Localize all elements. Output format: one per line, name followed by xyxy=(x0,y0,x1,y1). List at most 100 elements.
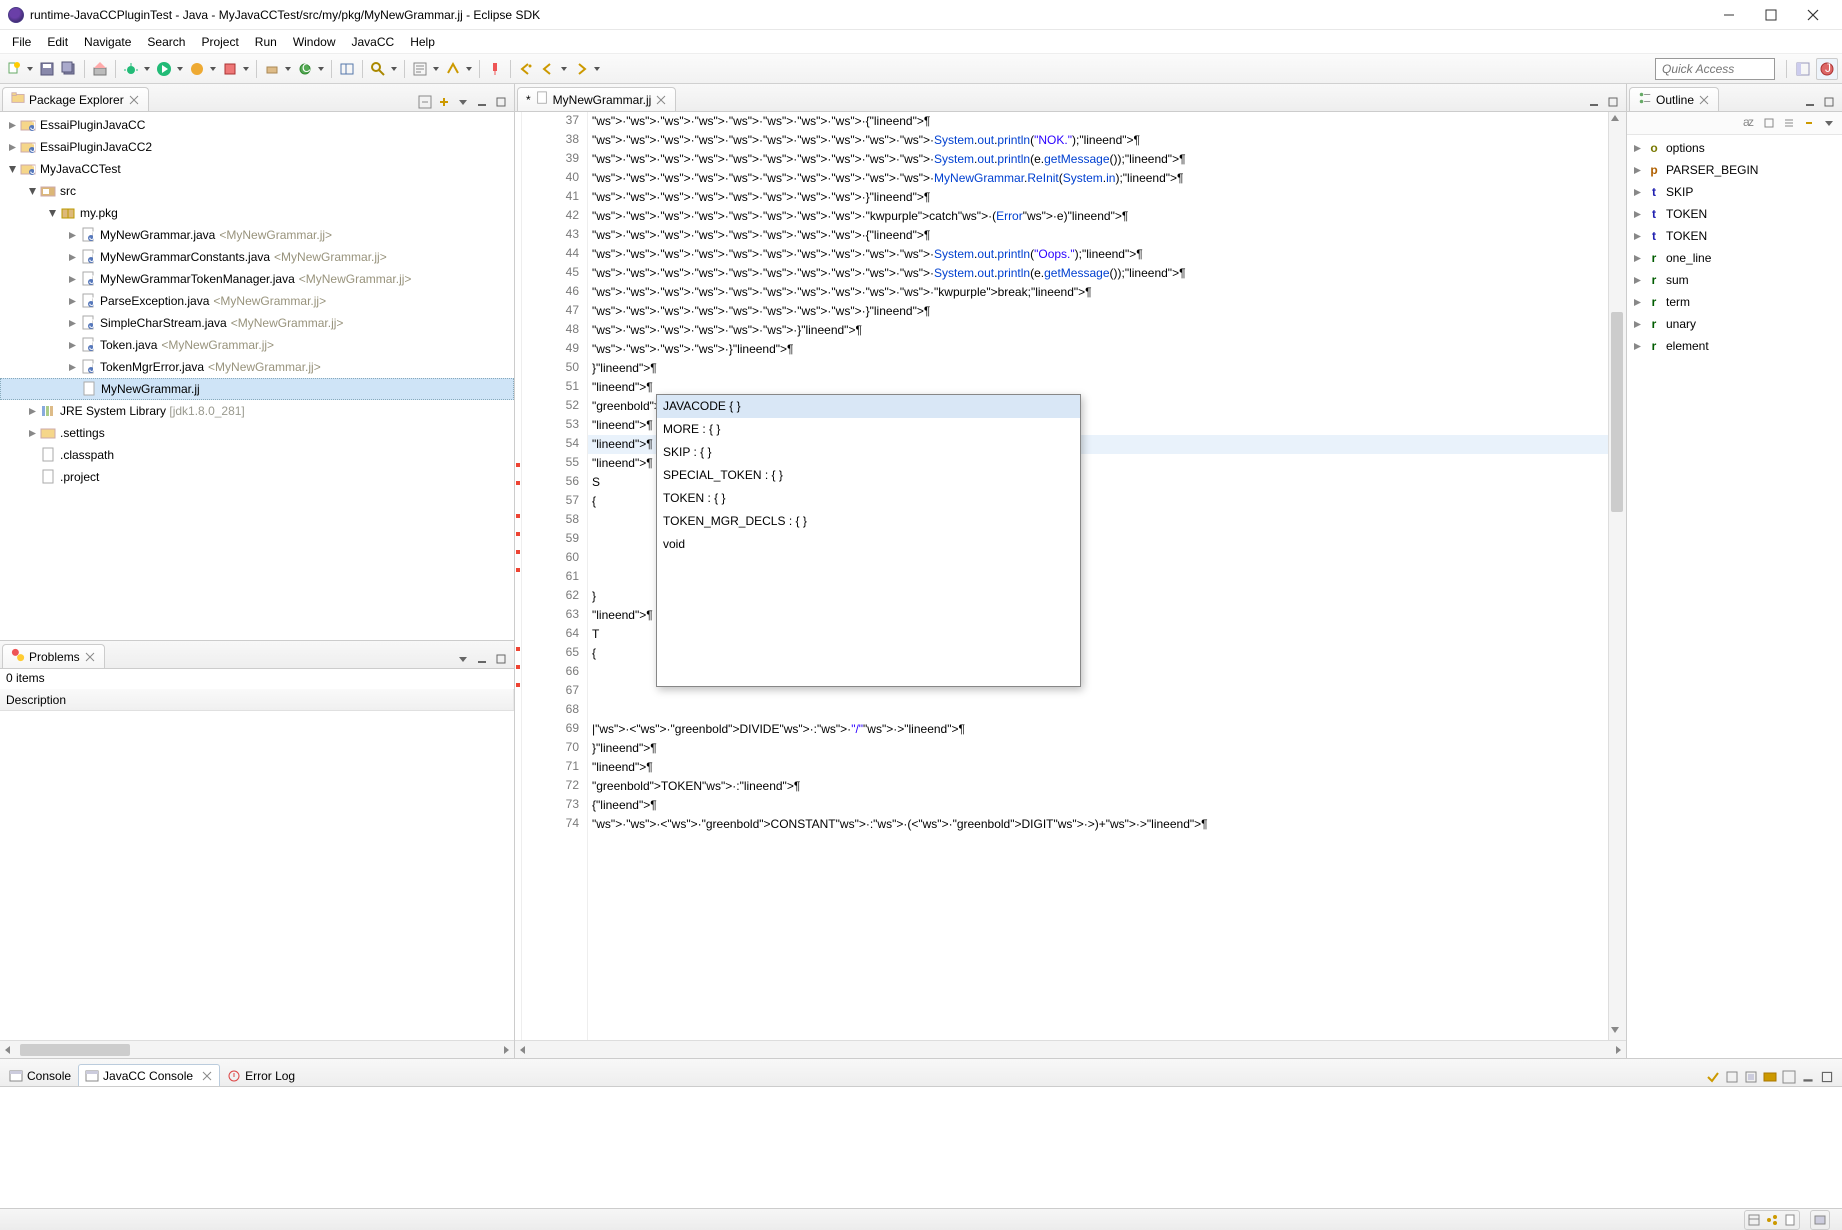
view-menu-button[interactable] xyxy=(1820,114,1838,132)
assist-item[interactable]: TOKEN : { } xyxy=(657,487,1080,510)
project-node[interactable]: JEssaiPluginJavaCC xyxy=(0,114,514,136)
minimize-view-button[interactable] xyxy=(1799,1068,1817,1086)
problems-header-row[interactable]: Description xyxy=(0,689,514,711)
assist-item[interactable]: TOKEN_MGR_DECLS : { } xyxy=(657,510,1080,533)
nav-back-button[interactable] xyxy=(538,59,558,79)
scrollbar-thumb[interactable] xyxy=(1611,312,1623,512)
java-file-node[interactable]: JMyNewGrammarTokenManager.java<MyNewGram… xyxy=(0,268,514,290)
package-explorer-tab[interactable]: Package Explorer xyxy=(2,87,149,111)
minimize-view-button[interactable] xyxy=(473,93,491,111)
settings-folder-node[interactable]: .settings xyxy=(0,422,514,444)
clear-console-button[interactable] xyxy=(1704,1068,1722,1086)
build-button[interactable] xyxy=(90,59,110,79)
nav-back-dropdown[interactable] xyxy=(560,59,568,79)
jj-file-node[interactable]: MyNewGrammar.jj xyxy=(0,378,514,400)
package-explorer-tree[interactable]: JEssaiPluginJavaCC JEssaiPluginJavaCC2 J… xyxy=(0,112,514,640)
source-folder-node[interactable]: src xyxy=(0,180,514,202)
error-log-tab[interactable]: Error Log xyxy=(220,1064,302,1086)
outline-item[interactable]: t TOKEN xyxy=(1627,203,1842,225)
outline-tree[interactable]: o options p PARSER_BEGIN t SKIP t TOKEN … xyxy=(1627,135,1842,1058)
assist-item[interactable]: SKIP : { } xyxy=(657,441,1080,464)
editor-scrollbar-horizontal[interactable] xyxy=(515,1040,1626,1058)
new-class-button[interactable]: C xyxy=(295,59,315,79)
menu-project[interactable]: Project xyxy=(193,32,246,52)
close-icon[interactable] xyxy=(1698,94,1710,106)
java-file-node[interactable]: JMyNewGrammar.java<MyNewGrammar.jj> xyxy=(0,224,514,246)
minimize-button[interactable] xyxy=(1708,1,1750,29)
error-marker[interactable] xyxy=(516,550,520,554)
java-file-node[interactable]: JParseException.java<MyNewGrammar.jj> xyxy=(0,290,514,312)
new-package-button[interactable] xyxy=(262,59,282,79)
nav-forward-button[interactable] xyxy=(571,59,591,79)
console-tab[interactable]: Console xyxy=(2,1064,78,1086)
outline-item[interactable]: p PARSER_BEGIN xyxy=(1627,159,1842,181)
scrollbar-thumb[interactable] xyxy=(20,1044,130,1056)
open-console-button[interactable] xyxy=(1780,1068,1798,1086)
toggle-mark-dropdown[interactable] xyxy=(432,59,440,79)
menu-search[interactable]: Search xyxy=(139,32,193,52)
code-area[interactable]: "ws">·"ws">·"ws">·"ws">·"ws">·"ws">·"ws"… xyxy=(588,112,1608,1040)
pin-button[interactable] xyxy=(485,59,505,79)
coverage-dropdown[interactable] xyxy=(209,59,217,79)
left-scrollbar-horizontal[interactable] xyxy=(0,1040,514,1058)
java-file-node[interactable]: JTokenMgrError.java<MyNewGrammar.jj> xyxy=(0,356,514,378)
maximize-view-button[interactable] xyxy=(1604,93,1622,111)
editor-body[interactable]: 3738394041424344454647484950515253545556… xyxy=(515,112,1626,1040)
error-marker[interactable] xyxy=(516,532,520,536)
line-number-gutter[interactable]: 3738394041424344454647484950515253545556… xyxy=(522,112,588,1040)
assist-item[interactable]: void xyxy=(657,533,1080,556)
minimize-view-button[interactable] xyxy=(1801,93,1819,111)
external-tools-button[interactable] xyxy=(220,59,240,79)
close-icon[interactable] xyxy=(655,94,667,106)
menu-run[interactable]: Run xyxy=(247,32,285,52)
java-file-node[interactable]: JToken.java<MyNewGrammar.jj> xyxy=(0,334,514,356)
java-file-node[interactable]: JSimpleCharStream.java<MyNewGrammar.jj> xyxy=(0,312,514,334)
scroll-lock-button[interactable] xyxy=(1723,1068,1741,1086)
open-perspective-button[interactable] xyxy=(1792,58,1814,80)
nav-forward-dropdown[interactable] xyxy=(593,59,601,79)
run-button[interactable] xyxy=(154,59,174,79)
collapse-button[interactable] xyxy=(1780,114,1798,132)
nav-last-edit-button[interactable] xyxy=(516,59,536,79)
editor-tab[interactable]: MyNewGrammar.jj xyxy=(517,87,676,111)
error-marker[interactable] xyxy=(516,568,520,572)
error-marker[interactable] xyxy=(516,463,520,467)
error-marker[interactable] xyxy=(516,665,520,669)
error-marker[interactable] xyxy=(516,647,520,651)
outline-item[interactable]: r term xyxy=(1627,291,1842,313)
new-dropdown[interactable] xyxy=(26,59,34,79)
error-marker-bar[interactable] xyxy=(515,112,522,1040)
menu-window[interactable]: Window xyxy=(285,32,344,52)
outline-item[interactable]: r unary xyxy=(1627,313,1842,335)
sort-button[interactable]: az xyxy=(1740,114,1758,132)
editor-presentation-button[interactable] xyxy=(1811,1211,1829,1229)
annotation-dropdown[interactable] xyxy=(465,59,473,79)
problems-tab[interactable]: Problems xyxy=(2,644,105,668)
open-type-button[interactable] xyxy=(337,59,357,79)
toggle-mark-button[interactable] xyxy=(410,59,430,79)
java-file-node[interactable]: JMyNewGrammarConstants.java<MyNewGrammar… xyxy=(0,246,514,268)
outline-item[interactable]: o options xyxy=(1627,137,1842,159)
git-status-button[interactable] xyxy=(1763,1211,1781,1229)
outline-item[interactable]: r sum xyxy=(1627,269,1842,291)
outline-item[interactable]: t TOKEN xyxy=(1627,225,1842,247)
menu-file[interactable]: File xyxy=(4,32,39,52)
error-marker[interactable] xyxy=(516,514,520,518)
new-button[interactable] xyxy=(4,59,24,79)
minimize-view-button[interactable] xyxy=(1585,93,1603,111)
filter-button[interactable] xyxy=(1760,114,1778,132)
coverage-button[interactable] xyxy=(187,59,207,79)
display-view-button[interactable] xyxy=(1761,1068,1779,1086)
search-button[interactable] xyxy=(368,59,388,79)
new-class-dropdown[interactable] xyxy=(317,59,325,79)
classpath-file-node[interactable]: .classpath xyxy=(0,444,514,466)
close-icon[interactable] xyxy=(84,651,96,663)
outline-tab[interactable]: Outline xyxy=(1629,87,1719,111)
maximize-view-button[interactable] xyxy=(1820,93,1838,111)
view-menu-button[interactable] xyxy=(454,93,472,111)
assist-item[interactable]: JAVACODE { } xyxy=(657,395,1080,418)
outline-item[interactable]: r one_line xyxy=(1627,247,1842,269)
menu-javacc[interactable]: JavaCC xyxy=(344,32,403,52)
jre-library-node[interactable]: JRE System Library [jdk1.8.0_281] xyxy=(0,400,514,422)
package-node[interactable]: my.pkg xyxy=(0,202,514,224)
